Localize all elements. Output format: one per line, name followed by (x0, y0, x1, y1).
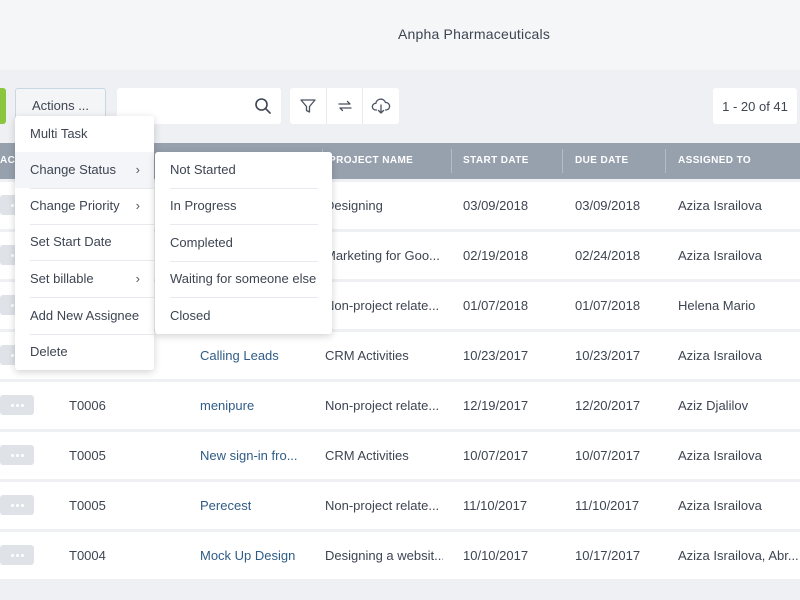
cell-project-name: Non-project relate... (325, 298, 440, 313)
menu-item-label: Set Start Date (30, 234, 112, 249)
cloud-download-icon (371, 98, 391, 114)
column-header-due-date[interactable]: DUE DATE (575, 143, 629, 179)
menu-item-label: Change Status (30, 162, 117, 177)
table-row[interactable]: T0005 New sign-in fro... CRM Activities … (0, 432, 800, 479)
status-option-not-started[interactable]: Not Started (155, 152, 332, 188)
cell-task-name[interactable]: menipure (200, 382, 254, 429)
cell-due-date: 03/09/2018 (575, 198, 641, 213)
column-header-start-date[interactable]: START DATE (463, 143, 529, 179)
row-actions-button[interactable] (0, 545, 34, 565)
cell-project-name: Non-project relate... (325, 398, 440, 413)
cell-start-date: 03/09/2018 (463, 198, 529, 213)
cell-task-name[interactable]: Perecest (200, 482, 251, 529)
cell-due-date: 10/17/2017 (575, 548, 641, 563)
menu-item-delete[interactable]: Delete (15, 334, 154, 370)
cell-id: T0005 (69, 498, 106, 513)
menu-item-set-billable[interactable]: Set billable › (15, 261, 154, 297)
status-option-in-progress[interactable]: In Progress (155, 188, 332, 224)
menu-item-set-start-date[interactable]: Set Start Date (15, 224, 154, 260)
table-row[interactable]: T0005 Perecest Non-project relate... 11/… (0, 482, 800, 529)
menu-item-multi-task[interactable]: Multi Task (15, 116, 154, 152)
column-divider (665, 149, 666, 173)
filter-button[interactable] (290, 88, 326, 124)
toolbar-icon-group (290, 88, 399, 124)
cell-assigned-to: Helena Mario (678, 298, 756, 313)
menu-item-add-new-assignee[interactable]: Add New Assignee (15, 298, 154, 334)
cell-start-date: 10/23/2017 (463, 348, 529, 363)
row-actions-button[interactable] (0, 395, 34, 415)
cell-due-date: 01/07/2018 (575, 298, 641, 313)
filter-icon (300, 99, 316, 113)
row-actions-button[interactable] (0, 495, 34, 515)
cell-start-date: 11/10/2017 (463, 498, 528, 513)
cell-task-name[interactable]: Calling Leads (200, 332, 279, 379)
cell-start-date: 10/07/2017 (463, 448, 529, 463)
cell-project-name: Designing a websit... (325, 548, 443, 563)
column-header-project[interactable]: PROJECT NAME (329, 143, 413, 179)
menu-item-change-priority[interactable]: Change Priority › (15, 188, 154, 224)
cell-task-name[interactable]: Mock Up Design (200, 532, 295, 579)
cell-assigned-to: Aziza Israilova (678, 348, 762, 363)
cell-project-name: Marketing for Goo... (325, 248, 440, 263)
cell-task-name[interactable]: New sign-in fro... (200, 432, 298, 479)
menu-item-label: Set billable (30, 271, 94, 286)
company-name: Anpha Pharmaceuticals (397, 26, 551, 42)
cell-assigned-to: Aziza Israilova (678, 198, 762, 213)
cell-assigned-to: Aziza Israilova, Abr... (678, 548, 799, 563)
table-row[interactable]: T0004 Mock Up Design Designing a websit.… (0, 532, 800, 579)
status-option-waiting[interactable]: Waiting for someone else (155, 261, 332, 297)
cell-id: T0004 (69, 548, 106, 563)
menu-item-label: Change Priority (30, 198, 120, 213)
column-divider (451, 149, 452, 173)
row-actions-button[interactable] (0, 445, 34, 465)
menu-item-change-status[interactable]: Change Status › (15, 152, 154, 188)
download-button[interactable] (362, 88, 399, 124)
cell-id: T0006 (69, 398, 106, 413)
cell-project-name: Non-project relate... (325, 498, 440, 513)
column-divider (562, 149, 563, 173)
menu-item-label: Add New Assignee (30, 308, 140, 323)
pagination-info: 1 - 20 of 41 (713, 88, 797, 124)
cell-project-name: Designing (325, 198, 383, 213)
cell-start-date: 01/07/2018 (463, 298, 529, 313)
cell-due-date: 11/10/2017 (575, 498, 640, 513)
add-button[interactable] (0, 88, 6, 124)
table-row[interactable]: T0006 menipure Non-project relate... 12/… (0, 382, 800, 429)
chevron-right-icon: › (135, 162, 140, 177)
cell-due-date: 10/23/2017 (575, 348, 641, 363)
search-icon[interactable] (254, 97, 272, 115)
cell-start-date: 10/10/2017 (463, 548, 529, 563)
chevron-right-icon: › (135, 198, 140, 213)
cell-id: T0005 (69, 448, 106, 463)
actions-menu: Multi Task Change Status › Change Priori… (15, 116, 154, 370)
cell-assigned-to: Aziz Djalilov (678, 398, 749, 413)
cell-due-date: 12/20/2017 (575, 398, 641, 413)
cell-assigned-to: Aziza Israilova (678, 248, 762, 263)
cell-project-name: CRM Activities (325, 448, 409, 463)
cell-start-date: 02/19/2018 (463, 248, 529, 263)
refresh-icon (337, 100, 352, 112)
chevron-right-icon: › (135, 271, 140, 286)
cell-assigned-to: Aziza Israilova (678, 498, 762, 513)
refresh-button[interactable] (325, 88, 363, 124)
cell-project-name: CRM Activities (325, 348, 409, 363)
cell-assigned-to: Aziza Israilova (678, 448, 762, 463)
status-option-completed[interactable]: Completed (155, 225, 332, 261)
cell-due-date: 02/24/2018 (575, 248, 641, 263)
menu-item-label: Multi Task (30, 126, 88, 141)
cell-due-date: 10/07/2017 (575, 448, 641, 463)
app-header: Anpha Pharmaceuticals (0, 0, 800, 70)
status-option-closed[interactable]: Closed (155, 298, 332, 334)
column-header-assigned-to[interactable]: ASSIGNED TO (678, 143, 751, 179)
cell-start-date: 12/19/2017 (463, 398, 529, 413)
status-submenu: Not Started In Progress Completed Waitin… (155, 152, 332, 334)
menu-item-label: Delete (30, 344, 68, 359)
